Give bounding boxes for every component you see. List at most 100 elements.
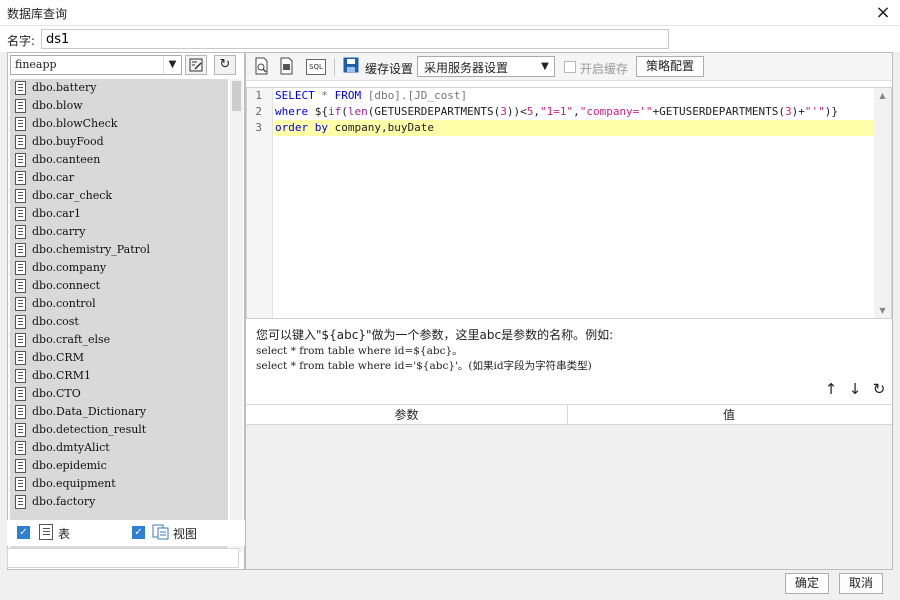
table-icon [15, 81, 26, 95]
edit-connection-button[interactable] [185, 55, 207, 75]
view-checkbox-label: 视图 [173, 527, 198, 541]
query-toolbar: SQL 缓存设置 采用服务器设置 ▼ 开启缓存 策略配置 [246, 53, 892, 81]
table-list-item[interactable]: dbo.canteen [10, 151, 228, 169]
chevron-down-icon[interactable]: ▼ [163, 56, 181, 74]
view-icon [152, 524, 169, 540]
title-bar: 数据库查询 × [0, 0, 900, 26]
connection-value: fineapp [15, 58, 57, 71]
table-icon [15, 207, 26, 221]
table-list-item[interactable]: dbo.carry [10, 223, 228, 241]
move-down-icon[interactable]: ↓ [846, 379, 864, 399]
ok-button[interactable]: 确定 [785, 573, 829, 594]
preview-button[interactable] [252, 57, 272, 77]
table-list-item[interactable]: dbo.car [10, 169, 228, 187]
name-row: 名字: [0, 26, 900, 52]
enable-cache-checkbox[interactable] [564, 61, 576, 73]
parameter-table: 参数 值 [246, 404, 892, 569]
parameter-toolbar: ↑ ↓ ↻ [822, 379, 892, 399]
table-icon [15, 405, 26, 419]
editor-scrollbar[interactable]: ▲ ▼ [874, 88, 891, 318]
table-name: dbo.detection_result [32, 423, 147, 436]
table-list-item[interactable]: dbo.chemistry_Patrol [10, 241, 228, 259]
table-list-item[interactable]: dbo.craft_else [10, 331, 228, 349]
hint-line-3: select * from table where id='${abc}'。(如… [256, 360, 592, 372]
table-icon [15, 423, 26, 437]
table-list-item[interactable]: dbo.blow [10, 97, 228, 115]
chevron-down-icon[interactable]: ▼ [536, 57, 554, 76]
line-number: 2 [255, 105, 262, 118]
table-name: dbo.factory [32, 495, 96, 508]
hint-line-2: select * from table where id=${abc}。 [256, 345, 463, 357]
parameter-table-header: 参数 值 [246, 405, 892, 425]
table-name: dbo.canteen [32, 153, 101, 166]
table-list-scrollbar[interactable] [230, 79, 243, 552]
refresh-icon: ↻ [219, 57, 231, 72]
toolbar-separator [334, 58, 335, 76]
table-icon [15, 117, 26, 131]
scroll-down-icon[interactable]: ▼ [874, 303, 891, 318]
table-list-item[interactable]: dbo.buyFood [10, 133, 228, 151]
table-name: dbo.equipment [32, 477, 116, 490]
table-icon [39, 524, 53, 540]
table-list-item[interactable]: dbo.Data_Dictionary [10, 403, 228, 421]
name-label: 名字: [7, 34, 36, 48]
table-list[interactable]: dbo.battery dbo.blow dbo.blowCheck dbo.buyF… [10, 79, 228, 552]
table-name: dbo.blow [32, 99, 83, 112]
table-list-item[interactable]: dbo.CTO [10, 385, 228, 403]
table-list-item[interactable]: dbo.factory [10, 493, 228, 511]
table-list-item[interactable]: dbo.car1 [10, 205, 228, 223]
cache-settings-icon [341, 57, 361, 77]
table-list-item[interactable]: dbo.cost [10, 313, 228, 331]
table-list-item[interactable]: dbo.epidemic [10, 457, 228, 475]
table-icon [15, 171, 26, 185]
enable-cache-label: 开启缓存 [580, 62, 629, 76]
table-name: dbo.CRM1 [32, 369, 91, 382]
object-type-filter: ✓ 表 ✓ 视图 [7, 520, 245, 546]
preview-icon [255, 57, 268, 75]
format-button[interactable] [277, 57, 297, 77]
table-name: dbo.connect [32, 279, 101, 292]
parameter-table-body[interactable] [246, 425, 892, 569]
table-icon [15, 495, 26, 509]
connection-select[interactable]: fineapp ▼ [10, 55, 182, 75]
line-number: 1 [255, 89, 262, 102]
table-list-item[interactable]: dbo.dmtyAlict [10, 439, 228, 457]
table-checkbox[interactable]: ✓ [17, 526, 30, 539]
table-name: dbo.Data_Dictionary [32, 405, 147, 418]
scroll-up-icon[interactable]: ▲ [874, 88, 891, 103]
name-input[interactable] [41, 29, 669, 49]
scrollbar-thumb[interactable] [232, 81, 241, 111]
table-icon [15, 243, 26, 257]
table-list-item[interactable]: dbo.blowCheck [10, 115, 228, 133]
parameter-hint: 您可以键入"${abc}"做为一个参数，这里abc是参数的名称。例如: sele… [256, 328, 886, 374]
table-icon [15, 261, 26, 275]
table-list-item[interactable]: dbo.control [10, 295, 228, 313]
close-icon[interactable]: × [866, 0, 900, 26]
refresh-params-icon[interactable]: ↻ [870, 379, 888, 399]
table-icon [15, 135, 26, 149]
table-list-item[interactable]: dbo.CRM [10, 349, 228, 367]
move-up-icon[interactable]: ↑ [822, 379, 840, 399]
table-list-item[interactable]: dbo.equipment [10, 475, 228, 493]
cancel-button[interactable]: 取消 [839, 573, 883, 594]
table-list-item[interactable]: dbo.connect [10, 277, 228, 295]
table-list-item[interactable]: dbo.car_check [10, 187, 228, 205]
line-number: 3 [255, 121, 262, 134]
view-checkbox[interactable]: ✓ [132, 526, 145, 539]
cache-mode-select[interactable]: 采用服务器设置 ▼ [417, 56, 555, 77]
table-icon [15, 441, 26, 455]
table-name: dbo.battery [32, 81, 97, 94]
table-name: dbo.carry [32, 225, 86, 238]
policy-config-button[interactable]: 策略配置 [636, 56, 704, 77]
table-list-item[interactable]: dbo.detection_result [10, 421, 228, 439]
sql-icon[interactable]: SQL [306, 59, 326, 75]
sql-code[interactable]: SELECT * FROM [dbo].[JD_cost] where ${if… [274, 88, 874, 136]
table-icon [15, 315, 26, 329]
sql-editor[interactable]: 1 2 3 SELECT * FROM [dbo].[JD_cost] wher… [246, 87, 892, 319]
table-list-item[interactable]: dbo.CRM1 [10, 367, 228, 385]
table-search-input[interactable] [7, 548, 239, 568]
table-icon [15, 99, 26, 113]
table-list-item[interactable]: dbo.battery [10, 79, 228, 97]
refresh-tables-button[interactable]: ↻ [214, 55, 236, 75]
table-list-item[interactable]: dbo.company [10, 259, 228, 277]
